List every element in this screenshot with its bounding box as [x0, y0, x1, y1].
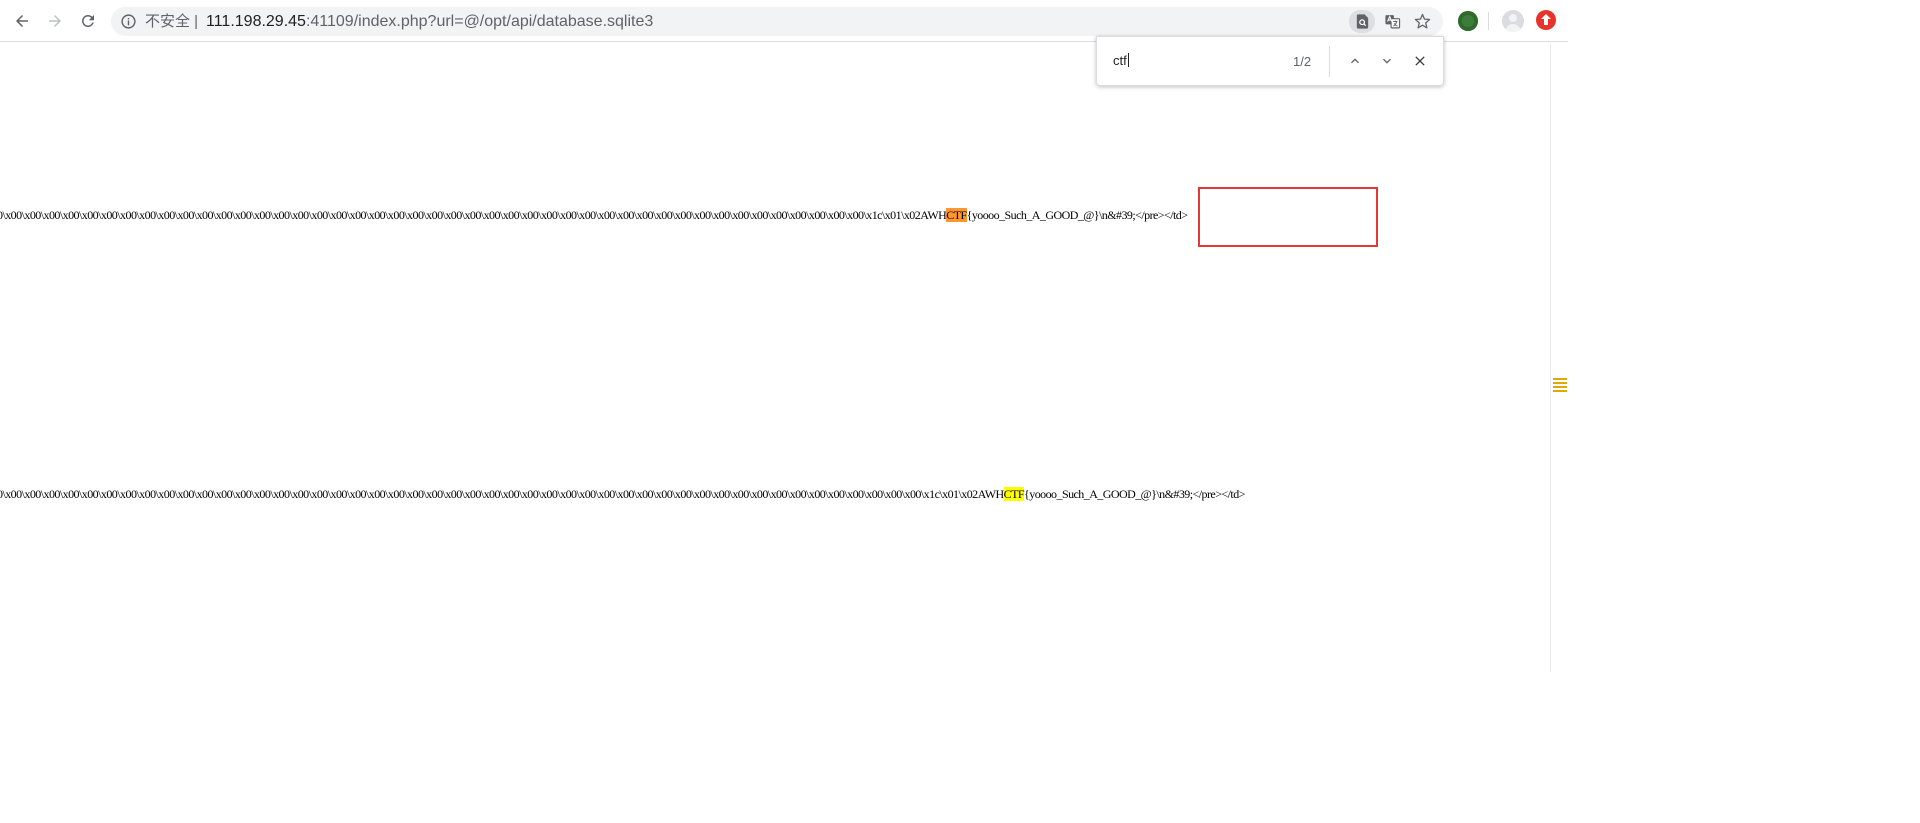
chevron-up-icon	[1351, 58, 1359, 64]
find-in-page-button[interactable]	[1349, 10, 1375, 33]
forward-button[interactable]	[43, 9, 67, 33]
find-in-page-icon	[1356, 14, 1368, 29]
scroll-match-marker	[1553, 390, 1567, 392]
arrow-left-icon	[16, 15, 28, 27]
raw-text-line-1: 0\x00\x00\x00\x00\x00\x00\x00\x00\x00\x0…	[0, 208, 1188, 222]
translate-button[interactable]	[1379, 10, 1405, 33]
url-text[interactable]: 111.198.29.45:41109/index.php?url=@/opt/…	[206, 12, 653, 31]
back-button[interactable]	[10, 9, 34, 33]
scroll-match-marker	[1553, 382, 1567, 384]
find-next-button[interactable]	[1376, 50, 1398, 72]
extension-icon[interactable]	[1458, 11, 1478, 31]
security-label[interactable]: 不安全 |	[145, 13, 198, 30]
info-icon[interactable]	[120, 13, 137, 30]
find-bar: ctf 1/2	[1096, 36, 1444, 86]
page-content: 0\x00\x00\x00\x00\x00\x00\x00\x00\x00\x0…	[0, 43, 1550, 672]
address-bar[interactable]: 不安全 | 111.198.29.45:41109/index.php?url=…	[111, 7, 1443, 36]
find-match-count: 1/2	[1293, 54, 1312, 69]
address-bar-actions	[1349, 10, 1435, 33]
url-path: :41109/index.php?url=@/opt/api/database.…	[305, 13, 654, 30]
translate-icon	[1384, 15, 1400, 29]
find-match-current: CTF	[946, 208, 967, 222]
toolbar-divider	[1488, 12, 1489, 30]
url-host: 111.198.29.45	[206, 13, 306, 30]
chevron-down-icon	[1383, 58, 1391, 64]
bookmark-button[interactable]	[1409, 10, 1435, 33]
reload-icon	[81, 14, 94, 27]
profile-avatar-icon[interactable]	[1502, 10, 1524, 32]
find-divider	[1329, 46, 1330, 77]
vertical-scrollbar[interactable]	[1550, 43, 1568, 672]
find-match: CTF	[1003, 487, 1025, 501]
reload-button[interactable]	[76, 9, 100, 33]
raw-text-line-2: 0\x00\x00\x00\x00\x00\x00\x00\x00\x00\x0…	[0, 487, 1245, 501]
update-arrow-icon[interactable]	[1536, 10, 1556, 30]
flag-annotation-box	[1198, 187, 1378, 247]
find-previous-button[interactable]	[1344, 50, 1366, 72]
arrow-right-icon	[49, 15, 61, 27]
find-input[interactable]: ctf	[1113, 53, 1129, 69]
star-icon	[1414, 13, 1430, 29]
find-close-button[interactable]	[1409, 50, 1431, 72]
scroll-match-marker	[1553, 378, 1567, 380]
scroll-match-marker	[1553, 386, 1567, 388]
close-icon	[1415, 56, 1425, 66]
